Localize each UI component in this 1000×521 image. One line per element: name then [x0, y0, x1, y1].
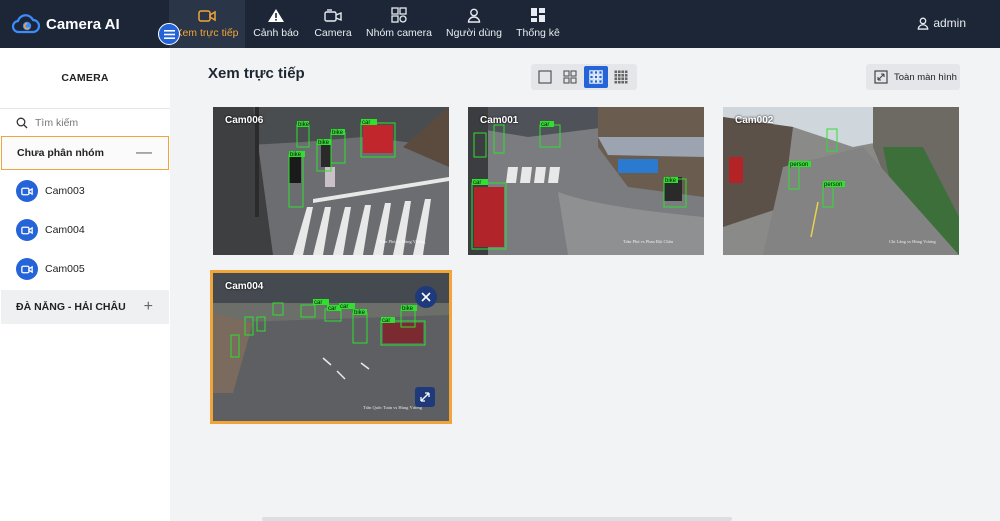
- tile-camera-name: Cam001: [480, 115, 519, 126]
- camera-list-item[interactable]: Cam003: [16, 179, 85, 203]
- tile-camera-name: Cam006: [225, 115, 264, 126]
- group-name: Chưa phân nhóm: [17, 147, 104, 159]
- nav-label: Cảnh báo: [253, 27, 299, 39]
- video-camera-icon: [16, 258, 38, 280]
- stats-icon: [531, 8, 545, 22]
- nav-users[interactable]: Người dùng: [444, 0, 504, 48]
- fullscreen-icon: [874, 70, 888, 84]
- sidebar-menu-button[interactable]: [158, 23, 180, 45]
- expand-tile-button[interactable]: [415, 387, 435, 407]
- camera-name: Cam005: [45, 263, 85, 275]
- close-tile-button[interactable]: [415, 286, 437, 308]
- nav-label: Xem trực tiếp: [175, 27, 239, 39]
- warning-icon: [268, 9, 284, 22]
- detection-label: car: [362, 120, 370, 126]
- layout-4x4-button[interactable]: [610, 66, 634, 88]
- top-navigation-bar: Camera AI Xem trực tiếp Cảnh báo Camera …: [0, 0, 1000, 48]
- group-name: ĐÀ NẴNG - HẢI CHÂU: [16, 301, 126, 313]
- nav-alerts[interactable]: Cảnh báo: [249, 0, 303, 48]
- grid-layout-selector: [531, 64, 637, 90]
- detection-label: car: [382, 318, 390, 324]
- camera-list-item[interactable]: Cam004: [16, 218, 85, 242]
- street-overlay-text: Trần Phú vs Hùng Vương: [379, 239, 426, 244]
- user-menu[interactable]: admin: [917, 16, 966, 30]
- nav-label: Người dùng: [446, 27, 502, 39]
- nav-label: Camera: [314, 27, 352, 39]
- user-icon: [467, 8, 481, 23]
- grid-2x2-icon: [563, 70, 577, 84]
- detection-label: car: [314, 300, 322, 306]
- video-camera-icon: [16, 219, 38, 241]
- nav-live-view[interactable]: Xem trực tiếp: [169, 0, 245, 48]
- detection-label: bike: [298, 122, 310, 128]
- detection-label: bike: [665, 178, 677, 184]
- scrollbar[interactable]: [262, 517, 732, 521]
- layout-3x3-button[interactable]: [584, 66, 608, 88]
- street-overlay-text: Trần Phú vs Phan Bội Châu: [623, 239, 674, 244]
- detection-label: car: [473, 180, 481, 186]
- street-overlay-text: Chi Lăng vs Hùng Vương: [889, 239, 936, 244]
- camera-feed-image: bike car bike bike bike Trần Phú vs Hùng…: [213, 107, 449, 255]
- detection-label: bike: [332, 130, 344, 136]
- search-input[interactable]: [35, 116, 155, 129]
- app-name: Camera AI: [46, 15, 120, 33]
- expand-plus-icon[interactable]: +: [144, 298, 153, 316]
- camera-name: Cam003: [45, 185, 85, 197]
- detection-label: car: [541, 122, 549, 128]
- search-icon: [16, 117, 28, 128]
- video-camera-icon: [198, 10, 216, 22]
- close-icon: [421, 292, 431, 302]
- fullscreen-button[interactable]: Toàn màn hình: [866, 64, 960, 90]
- page-title: Xem trực tiếp: [208, 65, 305, 82]
- grid-4x4-icon: [614, 70, 628, 84]
- tile-camera-name: Cam004: [225, 281, 264, 292]
- detection-label: bike: [402, 306, 414, 312]
- camera-name: Cam004: [45, 224, 85, 236]
- nav-camera[interactable]: Camera: [311, 0, 355, 48]
- tile-camera-name: Cam002: [735, 115, 774, 126]
- expand-icon: [420, 392, 430, 402]
- detection-label: person: [824, 182, 842, 188]
- nav-camera-group[interactable]: Nhóm camera: [364, 0, 434, 48]
- camera-sidebar: CAMERA Chưa phân nhóm — Cam003 Cam004 Ca…: [0, 48, 170, 521]
- user-name: admin: [933, 16, 966, 30]
- nav-label: Nhóm camera: [366, 27, 432, 39]
- detection-label: car: [340, 304, 348, 310]
- camera-feed-image: car car bike Trần Phú vs Phan Bội Châu: [468, 107, 704, 255]
- layout-1x1-button[interactable]: [533, 66, 557, 88]
- sidebar-title: CAMERA: [61, 72, 109, 84]
- camera-tile-selected[interactable]: bike car car car car bike Trần Quốc Toản…: [210, 270, 452, 424]
- single-view-icon: [538, 70, 552, 84]
- brand[interactable]: Camera AI: [12, 11, 120, 37]
- street-overlay-text: Trần Quốc Toản vs Hùng Vương: [363, 405, 423, 410]
- nav-statistics[interactable]: Thống kê: [514, 0, 562, 48]
- camera-tile[interactable]: bike car bike bike bike Trần Phú vs Hùng…: [213, 107, 449, 255]
- detection-label: person: [790, 162, 808, 168]
- detection-label: bike: [290, 152, 302, 158]
- group-ungrouped[interactable]: Chưa phân nhóm —: [1, 136, 169, 170]
- camera-tile[interactable]: person person Chi Lăng vs Hùng Vương Cam…: [723, 107, 959, 255]
- camera-feed-image: person person Chi Lăng vs Hùng Vương: [723, 107, 959, 255]
- nav-label: Thống kê: [516, 27, 560, 39]
- collapse-icon[interactable]: —: [136, 144, 152, 162]
- grid-3x3-icon: [589, 70, 603, 84]
- layout-2x2-button[interactable]: [559, 66, 583, 88]
- detection-label: bike: [318, 140, 330, 146]
- group-da-nang-hai-chau[interactable]: ĐÀ NẴNG - HẢI CHÂU +: [1, 290, 169, 324]
- detection-label: bike: [354, 310, 366, 316]
- camera-tile[interactable]: car car bike Trần Phú vs Phan Bội Châu C…: [468, 107, 704, 255]
- cloud-camera-logo-icon: [12, 14, 40, 34]
- camera-icon: [324, 9, 342, 22]
- sidebar-search: [0, 108, 170, 136]
- fullscreen-label: Toàn màn hình: [894, 71, 957, 83]
- hamburger-menu-icon: [163, 29, 175, 39]
- grid-group-icon: [391, 7, 407, 23]
- camera-feed-image: bike car car car car bike Trần Quốc Toản…: [213, 273, 449, 421]
- detection-label: car: [328, 306, 336, 312]
- camera-list-item[interactable]: Cam005: [16, 257, 85, 281]
- user-icon: [917, 17, 929, 30]
- video-camera-icon: [16, 180, 38, 202]
